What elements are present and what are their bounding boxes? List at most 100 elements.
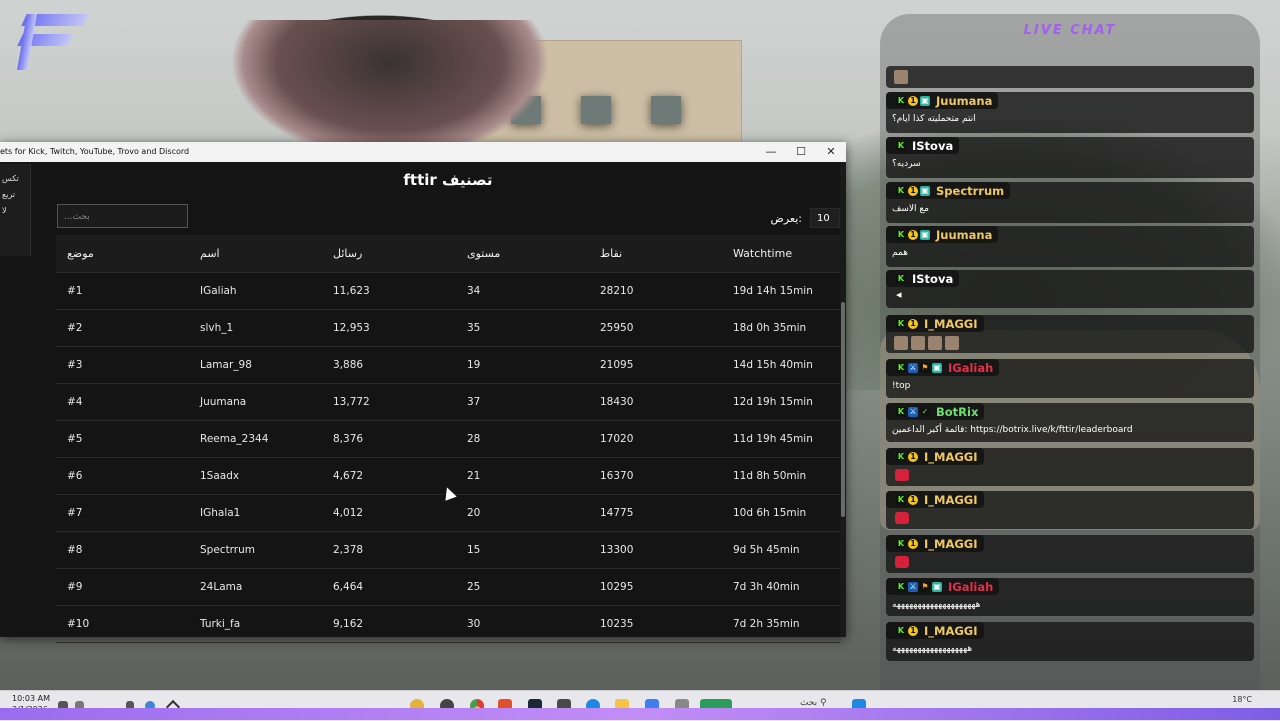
table-cell: Turki_fa bbox=[200, 618, 241, 630]
emote-icon bbox=[894, 336, 908, 350]
table-row: #9 24Lama 6,464 25 10295 7d 3h 40min bbox=[56, 569, 840, 606]
column-header[interactable]: Watchtime bbox=[722, 247, 840, 260]
column-header[interactable]: رسائل bbox=[322, 247, 456, 260]
chat-message: K ⚔ ⚑ ▣ IGaliah ههههههههههههههههههههه bbox=[886, 578, 1254, 616]
table-cell: 25950 bbox=[600, 322, 634, 334]
table-row: #5 Reema_2344 8,376 28 17020 11d 19h 45min bbox=[56, 421, 840, 458]
table-cell: 11d 8h 50min bbox=[733, 470, 807, 482]
user-badge-icon: ▣ bbox=[932, 362, 942, 373]
weather-widget[interactable]: 18°C bbox=[1232, 695, 1252, 705]
table-cell: #1 bbox=[67, 285, 83, 297]
search-input[interactable]: بحث... bbox=[57, 204, 188, 228]
user-badge-icon: ⚑ bbox=[920, 581, 930, 592]
table-cell: 17020 bbox=[600, 433, 634, 445]
chat-user-line: K 1 I_MAGGI bbox=[886, 535, 984, 552]
chat-username[interactable]: I_MAGGI bbox=[924, 624, 978, 638]
scrollbar[interactable] bbox=[840, 162, 846, 637]
page-size-select[interactable]: 10 bbox=[810, 208, 840, 228]
column-header[interactable]: نقاط bbox=[589, 247, 722, 260]
temperature: 18°C bbox=[1232, 695, 1252, 704]
emote-icon bbox=[894, 70, 908, 84]
taskbar-search[interactable]: بحث ⚲ bbox=[800, 698, 827, 708]
table-cell: 2,378 bbox=[333, 544, 364, 556]
table-row: #2 slvh_1 12,953 35 25950 18d 0h 35min bbox=[56, 310, 840, 347]
chat-message: K IStova سرديه؟ bbox=[886, 137, 1254, 178]
table-cell: #6 bbox=[67, 470, 83, 482]
chat-username[interactable]: IGaliah bbox=[948, 361, 993, 375]
page-size-control: يعرض: 10 bbox=[771, 208, 840, 228]
table-cell: 21095 bbox=[600, 359, 634, 371]
chat-user-line: K 1 ▣ Spectrrum bbox=[886, 182, 1011, 199]
column-header[interactable]: اسم bbox=[189, 247, 322, 260]
chat-message: K ⚔ ✓ BotRix قائمة أكبر الداعمين: https://bo… bbox=[886, 403, 1254, 442]
table-row: #4 Juumana 13,772 37 18430 12d 19h 15min bbox=[56, 384, 840, 421]
table-cell: #5 bbox=[67, 433, 83, 445]
chat-user-line: K 1 I_MAGGI bbox=[886, 448, 984, 465]
user-badge-icon: K bbox=[896, 185, 906, 196]
heart-emote-icon bbox=[895, 512, 909, 524]
leaderboard-window: ets for Kick, Twitch, YouTube, Trovo and… bbox=[0, 142, 846, 643]
chat-username[interactable]: I_MAGGI bbox=[924, 317, 978, 331]
user-badge-icon: 1 bbox=[908, 494, 918, 505]
user-badge-icon: K bbox=[896, 625, 906, 636]
minimize-button[interactable]: — bbox=[756, 142, 786, 162]
column-header[interactable]: مستوى bbox=[456, 247, 589, 260]
table-cell: 4,672 bbox=[333, 470, 364, 482]
table-cell: 28 bbox=[467, 433, 481, 445]
emote-icon bbox=[911, 336, 925, 350]
chat-username[interactable]: Spectrrum bbox=[936, 184, 1004, 198]
emote-icon bbox=[928, 336, 942, 350]
user-badge-icon: 1 bbox=[908, 451, 918, 462]
table-cell: 7d 2h 35min bbox=[733, 618, 800, 630]
clock-time: 10:03 AM bbox=[12, 694, 50, 703]
table-cell: 28210 bbox=[600, 285, 634, 297]
chat-username[interactable]: I_MAGGI bbox=[924, 493, 978, 507]
user-badge-icon: 1 bbox=[908, 229, 918, 240]
table-cell: 16370 bbox=[600, 470, 634, 482]
heart-emote-icon bbox=[895, 556, 909, 568]
table-cell: 24Lama bbox=[200, 581, 243, 593]
window-titlebar[interactable]: ets for Kick, Twitch, YouTube, Trovo and… bbox=[0, 142, 846, 162]
chat-username[interactable]: IGaliah bbox=[948, 580, 993, 594]
table-row: #10 Turki_fa 9,162 30 10235 7d 2h 35min bbox=[56, 606, 840, 643]
table-row: #7 IGhala1 4,012 20 14775 10d 6h 15min bbox=[56, 495, 840, 532]
close-button[interactable]: ✕ bbox=[816, 142, 846, 162]
chat-username[interactable]: Juumana bbox=[936, 94, 992, 108]
table-cell: 11,623 bbox=[333, 285, 370, 297]
chat-message: K 1 I_MAGGI bbox=[886, 535, 1254, 573]
table-cell: 10d 6h 15min bbox=[733, 507, 807, 519]
chat-user-line: K 1 I_MAGGI bbox=[886, 622, 984, 639]
chat-username[interactable]: I_MAGGI bbox=[924, 537, 978, 551]
show-label: يعرض: bbox=[770, 211, 802, 225]
chat-title: LIVE CHAT bbox=[1023, 23, 1117, 38]
chat-username[interactable]: IStova bbox=[912, 272, 953, 286]
table-cell: #2 bbox=[67, 322, 83, 334]
table-cell: #10 bbox=[67, 618, 90, 630]
user-badge-icon: ▣ bbox=[920, 229, 930, 240]
chat-message: K 1 I_MAGGI bbox=[886, 491, 1254, 529]
table-cell: 13300 bbox=[600, 544, 634, 556]
side-panel: تكس تريع لا bbox=[0, 164, 31, 256]
column-header[interactable]: موضع bbox=[56, 247, 189, 260]
user-badge-icon: ▣ bbox=[920, 185, 930, 196]
chat-username[interactable]: BotRix bbox=[936, 405, 978, 419]
user-badge-icon: ⚔ bbox=[908, 362, 918, 373]
scrollbar-thumb[interactable] bbox=[841, 302, 845, 517]
table-cell: #9 bbox=[67, 581, 83, 593]
chat-message-text: قائمة أكبر الداعمين: https://botrix.live… bbox=[892, 425, 1133, 435]
table-row: #1 IGaliah 11,623 34 28210 19d 14h 15min bbox=[56, 273, 840, 310]
table-cell: 3,886 bbox=[333, 359, 364, 371]
table-cell: IGaliah bbox=[200, 285, 237, 297]
maximize-button[interactable]: ☐ bbox=[786, 142, 816, 162]
chat-message: K IStova ◂ bbox=[886, 270, 1254, 308]
chat-user-line: K ⚔ ⚑ ▣ IGaliah bbox=[886, 578, 1000, 595]
chat-username[interactable]: IStova bbox=[912, 139, 953, 153]
table-cell: 10295 bbox=[600, 581, 634, 593]
chat-username[interactable]: I_MAGGI bbox=[924, 450, 978, 464]
side-panel-line: تريع bbox=[2, 190, 16, 199]
table-cell: #4 bbox=[67, 396, 83, 408]
table-cell: 12d 19h 15min bbox=[733, 396, 813, 408]
chat-username[interactable]: Juumana bbox=[936, 228, 992, 242]
table-cell: 37 bbox=[467, 396, 481, 408]
user-badge-icon: K bbox=[896, 581, 906, 592]
